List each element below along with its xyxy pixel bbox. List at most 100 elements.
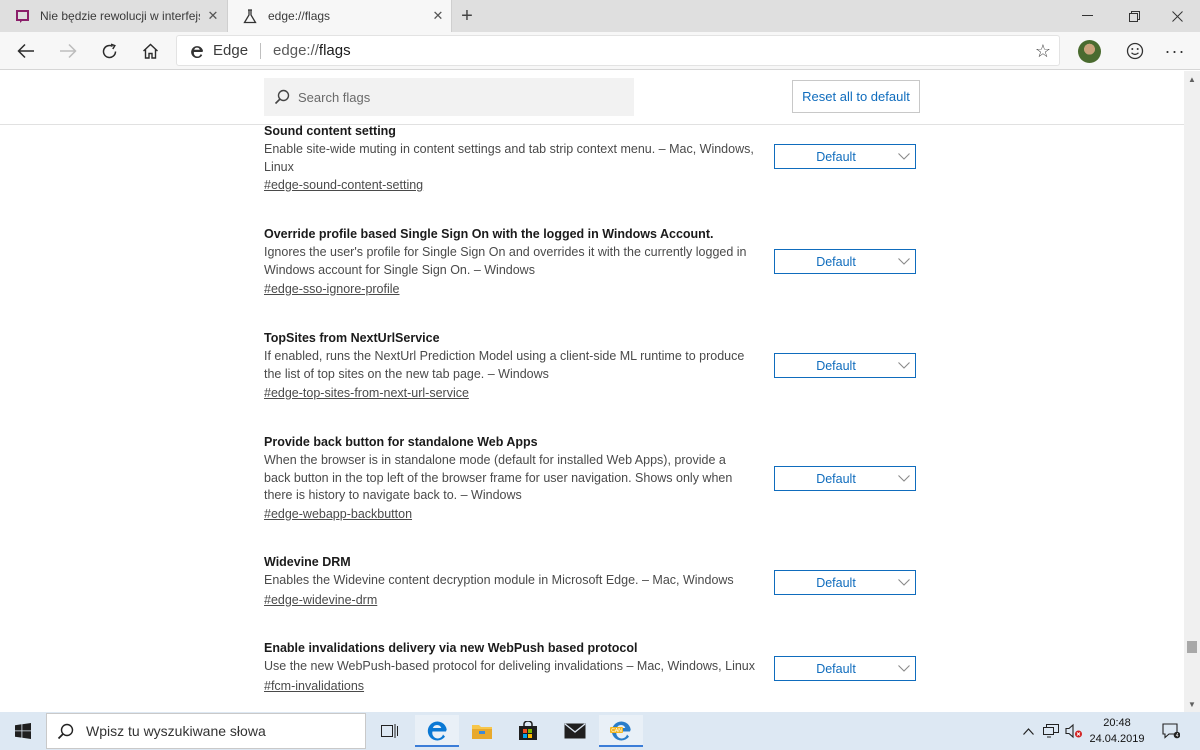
address-brand-label: Edge [213, 42, 249, 59]
clock-time: 20:48 [1103, 717, 1131, 729]
flag-state-select[interactable]: Default [774, 144, 916, 169]
windows-logo-icon [15, 723, 31, 739]
page-scrollbar[interactable]: ▲ ▼ [1184, 71, 1200, 712]
task-view-icon[interactable] [368, 715, 412, 747]
scroll-up-arrow-icon[interactable]: ▲ [1184, 71, 1200, 87]
address-divider [260, 42, 262, 59]
flag-title: Provide back button for standalone Web A… [264, 435, 538, 449]
flag-title: Enable invalidations delivery via new We… [264, 641, 638, 655]
flag-description: When the browser is in standalone mode (… [264, 453, 733, 502]
flag-description: Ignores the user's profile for Single Si… [264, 245, 747, 277]
svg-text:4: 4 [1176, 733, 1179, 739]
store-icon[interactable] [506, 715, 550, 747]
refresh-icon [102, 42, 116, 58]
edge-icon[interactable] [415, 715, 459, 747]
flag-title: Widevine DRM [264, 555, 351, 569]
taskbar-search-placeholder: Wpisz tu wyszukiwane słowa [86, 723, 266, 739]
chevron-down-icon [893, 579, 915, 586]
reset-all-button[interactable]: Reset all to default [792, 80, 920, 113]
smiley-icon [1126, 42, 1144, 60]
search-icon [57, 723, 74, 739]
flag-state-value: Default [816, 661, 856, 676]
flag-sound-content-setting: Sound content setting Enable site-wide m… [264, 125, 924, 192]
forward-arrow-icon [60, 43, 77, 59]
flag-state-select[interactable]: Default [774, 656, 916, 681]
file-explorer-icon[interactable] [460, 715, 504, 747]
search-placeholder: Search flags [298, 89, 371, 105]
flag-widevine-drm: Widevine DRM Enables the Widevine conten… [264, 554, 924, 607]
tray-chevron-up-icon[interactable] [1018, 712, 1038, 750]
flag-anchor-link[interactable]: #edge-widevine-drm [264, 593, 377, 607]
flag-state-select[interactable]: Default [774, 466, 916, 491]
flag-anchor-link[interactable]: #edge-top-sites-from-next-url-service [264, 386, 469, 400]
flag-webapp-backbutton: Provide back button for standalone Web A… [264, 434, 924, 521]
flag-anchor-link[interactable]: #edge-sso-ignore-profile [264, 282, 400, 296]
flags-header: Search flags Reset all to default [0, 71, 1184, 125]
flag-state-select[interactable]: Default [774, 353, 916, 378]
edge-canary-icon[interactable]: CAN [599, 715, 643, 747]
tab-article[interactable]: Nie będzie rewolucji w interfejsie ✕ [0, 0, 226, 32]
flask-icon [242, 8, 258, 24]
clock-date: 24.04.2019 [1089, 733, 1145, 745]
tab-close-button[interactable]: ✕ [425, 8, 451, 24]
flag-description: Use the new WebPush-based protocol for d… [264, 659, 755, 673]
new-tab-button[interactable]: + [454, 0, 480, 32]
flag-top-sites-next-url: TopSites from NextUrlService If enabled,… [264, 330, 924, 400]
flag-description: Enables the Widevine content decryption … [264, 573, 734, 587]
toolbar: Edge edge://flags ☆ ··· [0, 32, 1200, 70]
network-icon[interactable] [1040, 712, 1062, 750]
windows-taskbar: Wpisz tu wyszukiwane słowa CAN 20:48 24.… [0, 712, 1200, 750]
flag-title: Override profile based Single Sign On wi… [264, 227, 714, 241]
settings-more-button[interactable]: ··· [1160, 36, 1190, 66]
minimize-button[interactable] [1065, 0, 1110, 32]
flag-state-value: Default [816, 254, 856, 269]
feedback-smiley-button[interactable] [1122, 38, 1148, 64]
volume-muted-icon[interactable] [1063, 712, 1085, 750]
chevron-down-icon [893, 258, 915, 265]
start-button[interactable] [0, 712, 46, 750]
chevron-down-icon [893, 475, 915, 482]
scrollbar-thumb[interactable] [1187, 641, 1197, 653]
chevron-down-icon [893, 362, 915, 369]
taskbar-clock[interactable]: 20:48 24.04.2019 [1084, 715, 1150, 747]
home-button[interactable] [133, 34, 167, 68]
flag-state-value: Default [816, 358, 856, 373]
chevron-down-icon [893, 665, 915, 672]
address-url: edge://flags [273, 42, 351, 59]
flag-sso-ignore-profile: Override profile based Single Sign On wi… [264, 226, 924, 296]
window-close-button[interactable] [1155, 0, 1200, 32]
flag-state-value: Default [816, 575, 856, 590]
restore-button[interactable] [1112, 0, 1157, 32]
taskbar-search-box[interactable]: Wpisz tu wyszukiwane słowa [46, 713, 366, 749]
profile-avatar[interactable] [1078, 40, 1101, 63]
purple-chat-icon [14, 8, 30, 24]
forward-button[interactable] [51, 34, 85, 68]
flag-state-select[interactable]: Default [774, 249, 916, 274]
search-flags-input[interactable]: Search flags [264, 78, 634, 116]
action-center-icon[interactable]: 4 [1158, 718, 1184, 744]
flag-fcm-invalidations: Enable invalidations delivery via new We… [264, 640, 924, 693]
mail-icon[interactable] [553, 715, 597, 747]
tab-close-button[interactable]: ✕ [200, 8, 226, 24]
home-icon [142, 43, 158, 59]
flag-anchor-link[interactable]: #edge-sound-content-setting [264, 178, 423, 192]
flags-list: Sound content setting Enable site-wide m… [264, 125, 924, 710]
svg-text:CAN: CAN [611, 728, 622, 734]
address-bar[interactable]: Edge edge://flags ☆ [176, 35, 1060, 66]
scroll-down-arrow-icon[interactable]: ▼ [1184, 696, 1200, 712]
back-arrow-icon [17, 43, 34, 59]
flag-state-select[interactable]: Default [774, 570, 916, 595]
tab-flags[interactable]: edge://flags ✕ [227, 0, 452, 32]
tab-strip: Nie będzie rewolucji w interfejsie ✕ edg… [0, 0, 1200, 32]
flag-anchor-link[interactable]: #edge-webapp-backbutton [264, 507, 412, 521]
flag-state-value: Default [816, 149, 856, 164]
flag-state-value: Default [816, 471, 856, 486]
flag-title: TopSites from NextUrlService [264, 331, 440, 345]
edge-logo-icon [189, 43, 205, 59]
favorite-star-button[interactable]: ☆ [1035, 41, 1051, 62]
refresh-button[interactable] [92, 34, 126, 68]
flag-anchor-link[interactable]: #fcm-invalidations [264, 679, 364, 693]
tab-title: edge://flags [268, 9, 331, 23]
flag-description: If enabled, runs the NextUrl Prediction … [264, 349, 745, 381]
back-button[interactable] [9, 34, 43, 68]
